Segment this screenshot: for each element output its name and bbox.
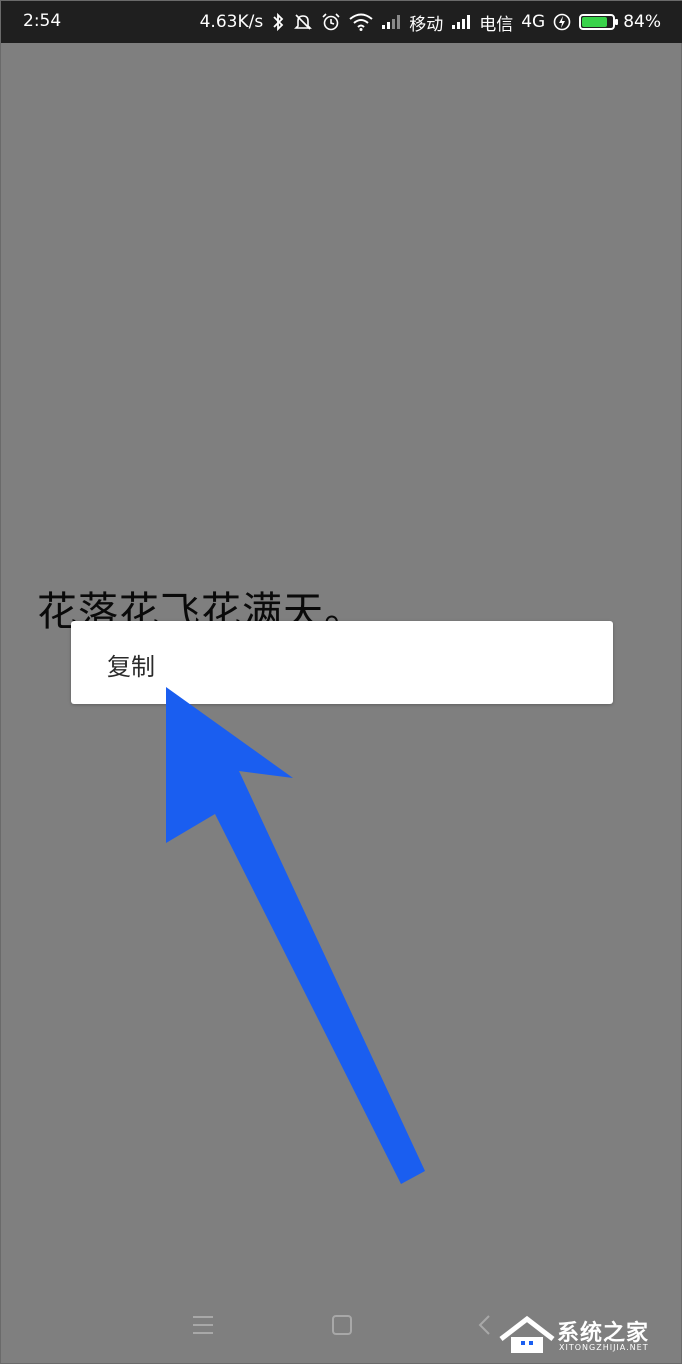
bluetooth-icon: [271, 12, 285, 32]
battery-percent: 84%: [623, 12, 661, 32]
mute-bell-icon: [293, 12, 313, 32]
battery-fill: [582, 17, 608, 27]
network-type: 4G: [521, 12, 546, 32]
copy-menu-item[interactable]: 复制: [107, 647, 155, 682]
alarm-icon: [321, 12, 341, 32]
watermark: 系统之家 XITONGZHIJIA.NET: [497, 1309, 677, 1359]
charging-icon: [553, 13, 571, 31]
net-speed: 4.63K/s: [199, 12, 264, 32]
signal-icon: [451, 14, 471, 30]
carrier-1: 移动: [409, 14, 444, 35]
home-square-icon[interactable]: [324, 1307, 360, 1343]
watermark-logo: [499, 1315, 555, 1353]
context-menu: 复制: [71, 621, 613, 704]
menu-icon[interactable]: [185, 1307, 221, 1343]
battery-icon: [579, 14, 619, 30]
signal-icon: [381, 14, 401, 30]
carrier-2: 电信: [479, 14, 514, 35]
status-bar: 2:54 4.63K/s 移动 电信 4G 84%: [1, 1, 682, 43]
status-time: 2:54: [23, 11, 62, 31]
status-indicators: 4.63K/s 移动 电信 4G 84%: [200, 9, 661, 35]
wifi-icon: [349, 13, 373, 31]
watermark-subtext: XITONGZHIJIA.NET: [559, 1343, 649, 1352]
annotation-arrow-shape: [166, 687, 425, 1184]
